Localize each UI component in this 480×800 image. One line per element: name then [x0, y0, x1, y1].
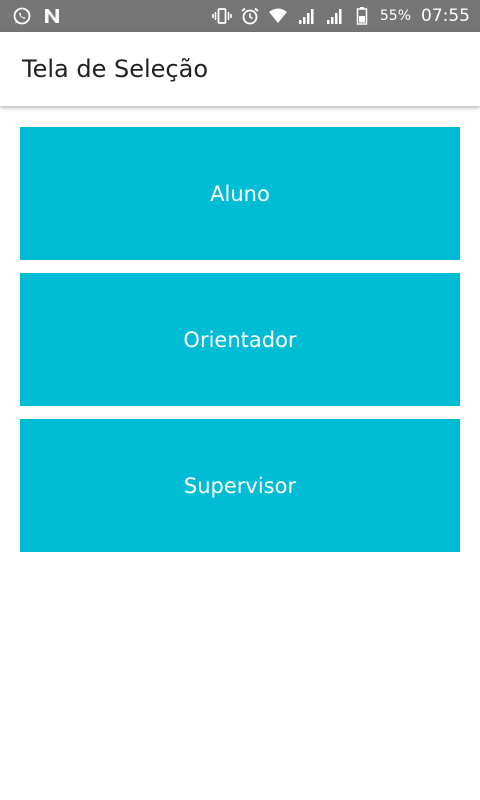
alarm-icon	[240, 6, 260, 26]
signal-icon	[296, 6, 316, 26]
aluno-button[interactable]: Aluno	[20, 127, 460, 260]
whatsapp-icon	[12, 6, 32, 26]
wifi-icon	[268, 6, 288, 26]
status-bar-notifications	[12, 6, 62, 26]
status-bar-clock: 07:55	[421, 6, 470, 26]
battery-percent: 55%	[379, 8, 411, 24]
status-bar: 55% 07:55	[0, 0, 480, 32]
selection-list: Aluno Orientador Supervisor	[20, 127, 460, 565]
vibrate-icon	[212, 6, 232, 26]
app-bar: Tela de Seleção	[0, 32, 480, 106]
battery-icon	[352, 6, 372, 26]
supervisor-button[interactable]: Supervisor	[20, 419, 460, 552]
orientador-button[interactable]: Orientador	[20, 273, 460, 406]
page-title: Tela de Seleção	[22, 55, 208, 83]
signal-2-icon	[324, 6, 344, 26]
status-bar-system: 55% 07:55	[212, 6, 470, 26]
n-app-icon	[42, 6, 62, 26]
